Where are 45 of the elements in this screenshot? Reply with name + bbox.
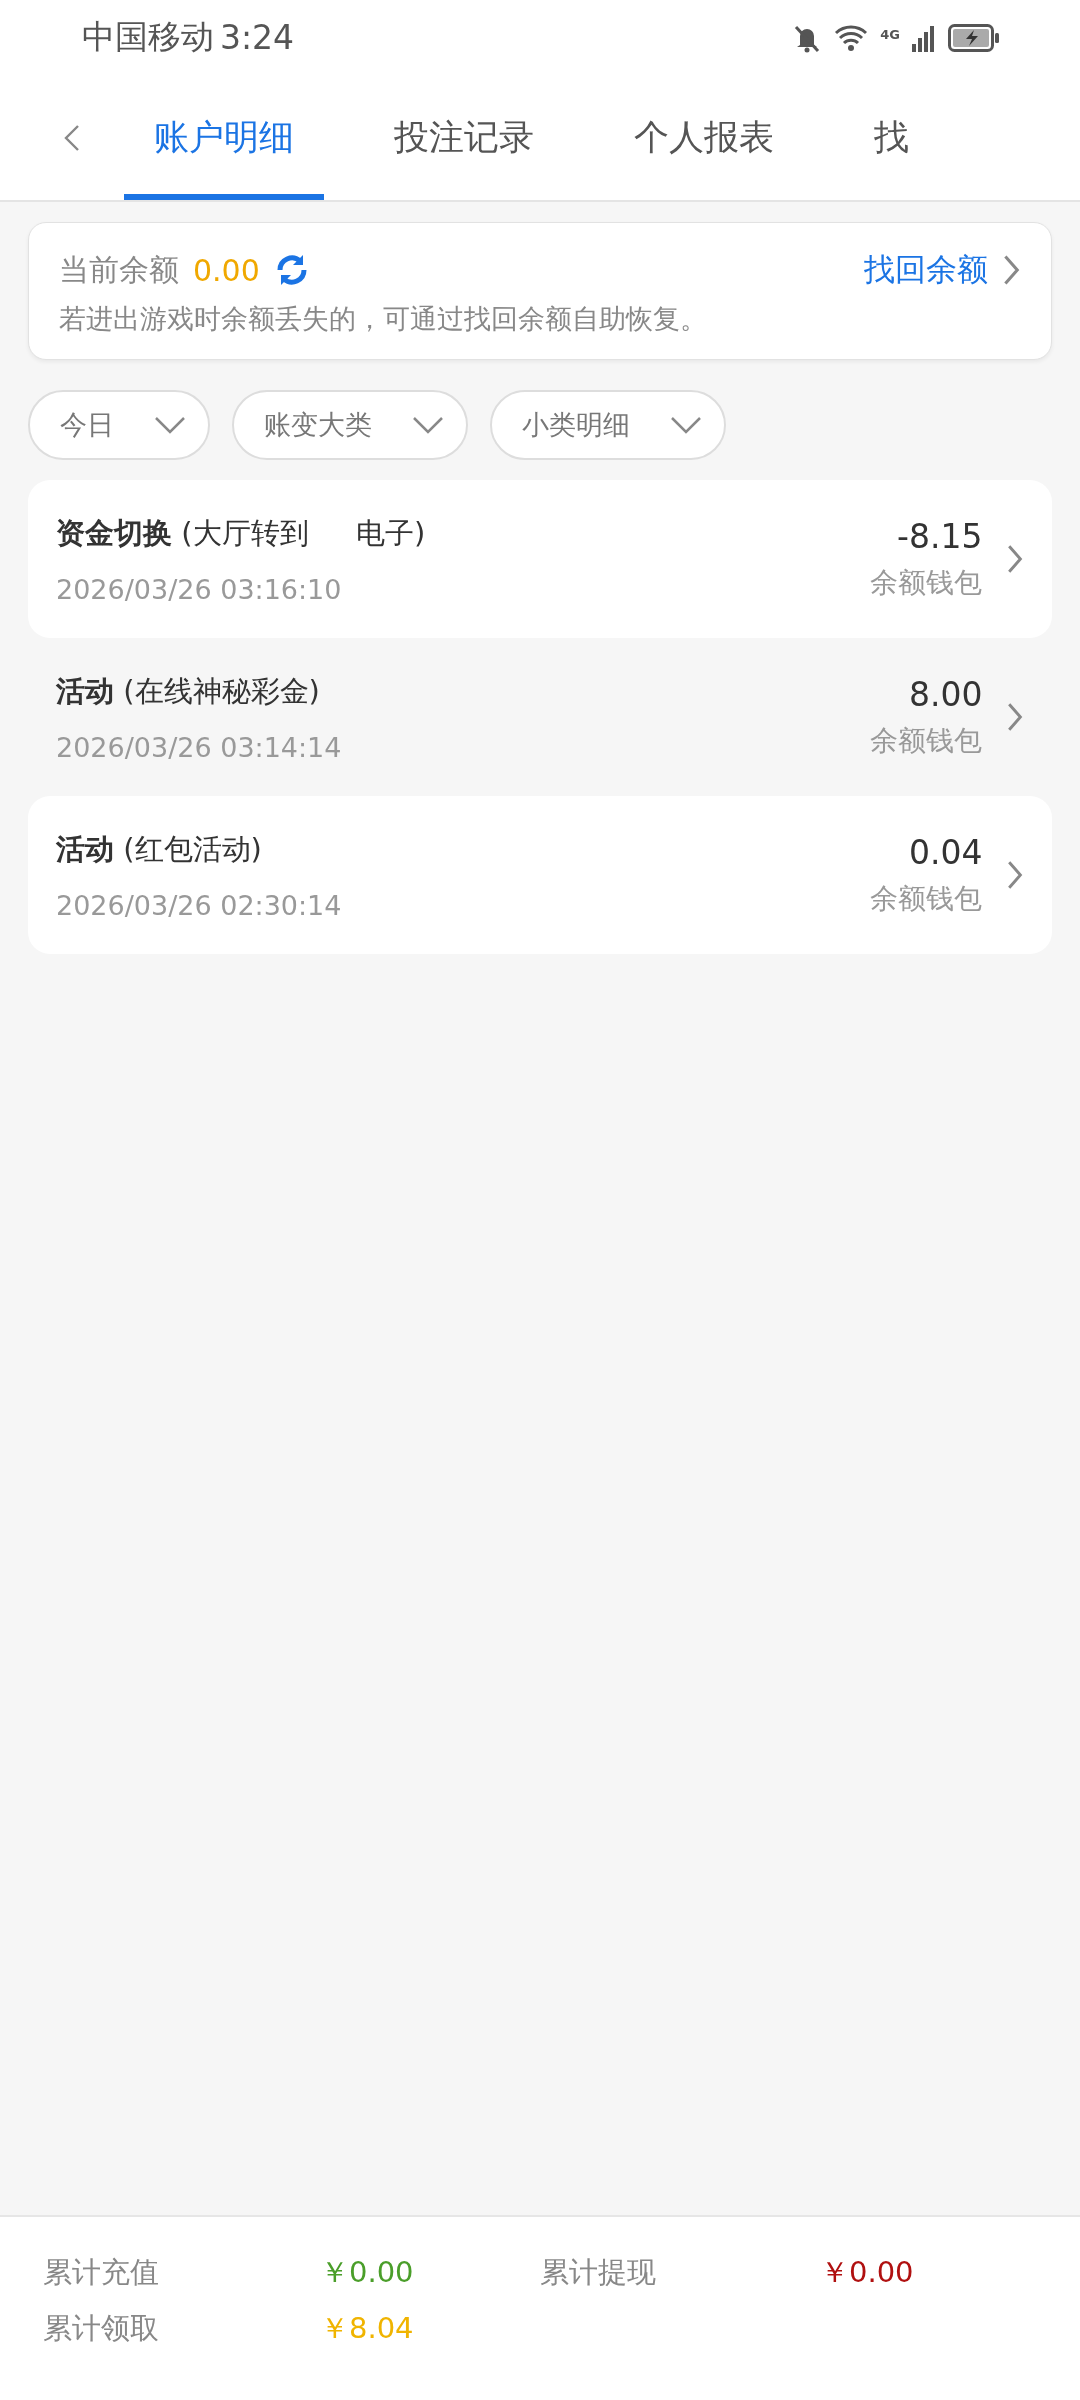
tab[interactable]: 账户明细 — [124, 75, 324, 200]
total-value: ￥8.04 — [320, 2309, 415, 2347]
record-time: 2026/03/26 03:16:10 — [56, 573, 343, 605]
filter-dropdown[interactable]: 小类明细 — [490, 390, 726, 460]
record-title: 活动 (在线神秘彩金) — [56, 672, 321, 710]
clock-label: 3:24 — [220, 18, 295, 57]
total-label: 累计领取 — [43, 2309, 160, 2347]
total-label: 累计提现 — [540, 2253, 657, 2291]
tab[interactable]: 投注记录 — [364, 75, 564, 200]
filter-dropdown[interactable]: 今日 — [28, 390, 210, 460]
chevron-right-icon — [1006, 859, 1024, 891]
recover-hint: 若进出游戏时余额丢失的，可通过找回余额自助恢复。 — [59, 302, 708, 336]
chevron-down-icon — [670, 416, 702, 434]
balance-amount: 0.00 — [193, 252, 260, 288]
record-title: 资金切换 (大厅转到 电子) — [56, 514, 426, 552]
record-time: 2026/03/26 03:14:14 — [56, 731, 342, 763]
network-type-label: 4G — [880, 26, 900, 42]
chevron-down-icon — [154, 416, 186, 434]
signal-icon — [912, 23, 936, 52]
record-title: 活动 (红包活动) — [56, 830, 263, 868]
chevron-down-icon — [412, 416, 444, 434]
tab[interactable]: 找 — [844, 75, 939, 200]
total-label: 累计充值 — [43, 2253, 160, 2291]
wifi-icon — [834, 23, 869, 52]
filter-dropdown[interactable]: 账变大类 — [232, 390, 468, 460]
carrier-label: 中国移动 — [82, 16, 214, 58]
record-row[interactable]: 活动 (在线神秘彩金) 2026/03/26 03:14:14 8.00 余额钱包 — [28, 638, 1052, 796]
wallet-label: 余额钱包 — [870, 880, 983, 917]
record-card[interactable]: 资金切换 (大厅转到 电子) 2026/03/26 03:16:10 -8.15 余额钱包 — [28, 480, 1052, 638]
record-amount: -8.15 — [897, 516, 983, 556]
record-time: 2026/03/26 02:30:14 — [56, 889, 342, 921]
chevron-right-icon — [1006, 701, 1024, 733]
wallet-label: 余额钱包 — [870, 564, 983, 601]
chevron-right-icon — [1006, 543, 1024, 575]
total-value: ￥0.00 — [820, 2253, 915, 2291]
total-value: ￥0.00 — [320, 2253, 415, 2291]
balance-label: 当前余额 — [59, 250, 179, 289]
chevron-right-icon — [1002, 253, 1021, 287]
battery-charging-icon — [948, 23, 1000, 52]
tab[interactable]: 个人报表 — [604, 75, 804, 200]
record-amount: 8.00 — [908, 674, 983, 714]
record-card[interactable]: 活动 (红包活动) 2026/03/26 02:30:14 0.04 余额钱包 — [28, 796, 1052, 954]
record-amount: 0.04 — [908, 832, 983, 872]
wallet-label: 余额钱包 — [870, 722, 983, 759]
recover-balance-link[interactable]: 找回余额 — [864, 249, 1021, 291]
